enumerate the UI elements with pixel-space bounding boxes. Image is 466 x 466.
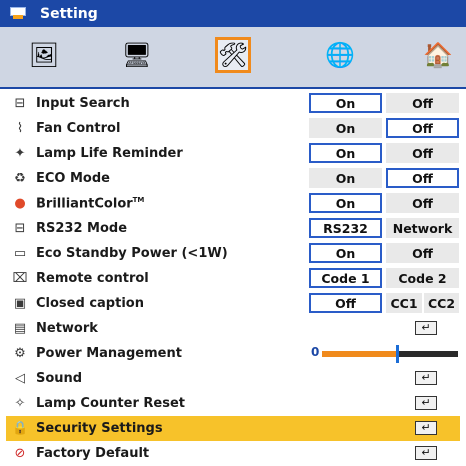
option-off[interactable]: Off	[386, 118, 459, 138]
menu-item-input-search[interactable]: ⊟ Input Search On Off	[6, 91, 460, 116]
lamp-reminder-icon: ✦	[14, 145, 26, 161]
option-off[interactable]: Off	[386, 243, 459, 263]
menu-item-network[interactable]: ▤ Network ↵	[6, 316, 460, 341]
item-label: Factory Default	[36, 446, 150, 461]
tab-language-info[interactable]: 🏠	[420, 37, 456, 73]
menu-item-fan-control[interactable]: ⌇ Fan Control On Off	[6, 116, 460, 141]
menu-item-brilliantcolor[interactable]: ● BrilliantColorTM On Off	[6, 191, 460, 216]
enter-icon[interactable]: ↵	[415, 321, 437, 335]
input-search-icon: ⊟	[14, 95, 26, 111]
tab-bar: 🖼 🖥 🛠 🌐 🏠	[0, 27, 466, 89]
menu-item-remote-control[interactable]: ⌧ Remote control Code 1 Code 2	[6, 266, 460, 291]
sound-icon: ◁	[15, 370, 25, 386]
enter-icon[interactable]: ↵	[415, 371, 437, 385]
item-label: Remote control	[36, 271, 149, 286]
option-cc2[interactable]: CC2	[424, 293, 459, 313]
item-label: BrilliantColorTM	[36, 195, 145, 212]
item-label: Lamp Life Reminder	[36, 146, 183, 161]
power-management-icon: ⚙	[14, 345, 26, 361]
option-network[interactable]: Network	[386, 218, 459, 238]
menu-item-security-settings[interactable]: 🔒 Security Settings ↵	[6, 416, 460, 441]
item-label: RS232 Mode	[36, 221, 128, 236]
window-title: Setting	[40, 5, 98, 22]
menu-item-factory-default[interactable]: ⊘ Factory Default ↵	[6, 441, 460, 466]
option-on[interactable]: On	[309, 143, 382, 163]
rs232-icon: ⊟	[14, 220, 26, 236]
tab-image-settings[interactable]: 🖼	[26, 37, 62, 73]
menu-item-lamp-counter-reset[interactable]: ✧ Lamp Counter Reset ↵	[6, 391, 460, 416]
remote-control-icon: ⌧	[12, 270, 28, 286]
slider-handle[interactable]	[395, 345, 399, 363]
option-off[interactable]: Off	[309, 293, 382, 313]
slider-fill	[322, 351, 397, 357]
closed-caption-icon: ▣	[13, 295, 27, 311]
option-cc1[interactable]: CC1	[386, 293, 422, 313]
item-label: Eco Standby Power (<1W)	[36, 246, 228, 261]
title-bar: Setting	[0, 0, 466, 27]
tab-network[interactable]: 🌐	[322, 37, 358, 73]
power-management-value: 0	[311, 345, 320, 359]
security-lock-icon: 🔒	[12, 420, 29, 436]
tab-display-settings[interactable]: 🖥	[119, 37, 155, 73]
menu-item-sound[interactable]: ◁ Sound ↵	[6, 366, 460, 391]
item-label: Closed caption	[36, 296, 144, 311]
language-info-icon: 🏠	[423, 41, 453, 69]
lamp-counter-reset-icon: ✧	[14, 395, 26, 411]
item-label: ECO Mode	[36, 171, 110, 186]
brilliantcolor-icon: ●	[14, 195, 26, 211]
item-label: Power Management	[36, 346, 182, 361]
option-off[interactable]: Off	[386, 93, 459, 113]
item-label: Lamp Counter Reset	[36, 396, 185, 411]
menu-item-closed-caption[interactable]: ▣ Closed caption Off CC1 CC2	[6, 291, 460, 316]
tab-setup[interactable]: 🛠	[215, 37, 251, 73]
option-code-2[interactable]: Code 2	[386, 268, 459, 288]
enter-icon[interactable]: ↵	[415, 421, 437, 435]
option-on[interactable]: On	[309, 168, 382, 188]
fan-icon: ⌇	[16, 120, 24, 136]
trademark-mark: TM	[132, 195, 145, 204]
menu-item-lamp-life-reminder[interactable]: ✦ Lamp Life Reminder On Off	[6, 141, 460, 166]
factory-default-icon: ⊘	[14, 445, 26, 461]
projector-osd: Setting 🖼 🖥 🛠 🌐 🏠 ⊟ Input Search On Off …	[0, 0, 466, 463]
menu-item-eco-standby-power[interactable]: ▭ Eco Standby Power (<1W) On Off	[6, 241, 460, 266]
network-globe-icon: 🌐	[325, 41, 355, 69]
enter-icon[interactable]: ↵	[415, 446, 437, 460]
option-on[interactable]: On	[309, 243, 382, 263]
network-icon: ▤	[13, 320, 27, 336]
settings-list: ⊟ Input Search On Off ⌇ Fan Control On O…	[6, 91, 460, 466]
option-on[interactable]: On	[309, 118, 382, 138]
option-off[interactable]: Off	[386, 143, 459, 163]
option-off[interactable]: Off	[386, 193, 459, 213]
item-label: Security Settings	[36, 421, 163, 436]
image-settings-icon: 🖼	[28, 41, 60, 69]
item-label: Fan Control	[36, 121, 121, 136]
display-settings-icon: 🖥	[121, 41, 153, 69]
option-on[interactable]: On	[309, 193, 382, 213]
enter-icon[interactable]: ↵	[415, 396, 437, 410]
menu-item-rs232-mode[interactable]: ⊟ RS232 Mode RS232 Network	[6, 216, 460, 241]
item-label: Sound	[36, 371, 83, 386]
standby-power-icon: ▭	[13, 245, 27, 261]
menu-item-power-management[interactable]: ⚙ Power Management 0	[6, 341, 460, 366]
eco-mode-icon: ♻	[14, 170, 26, 186]
option-code-1[interactable]: Code 1	[309, 268, 382, 288]
item-label: Network	[36, 321, 98, 336]
option-on[interactable]: On	[309, 93, 382, 113]
setup-icon: 🛠	[217, 41, 249, 69]
menu-item-eco-mode[interactable]: ♻ ECO Mode On Off	[6, 166, 460, 191]
item-label: Input Search	[36, 96, 130, 111]
option-off[interactable]: Off	[386, 168, 459, 188]
option-rs232[interactable]: RS232	[309, 218, 382, 238]
setting-menu-icon	[10, 7, 26, 20]
power-management-slider[interactable]	[322, 345, 458, 363]
